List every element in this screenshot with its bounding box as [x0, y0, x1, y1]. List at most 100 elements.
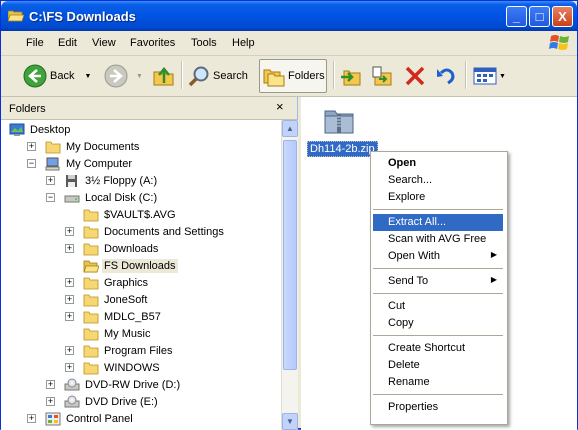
floppy-icon [64, 174, 80, 188]
undo-button[interactable] [435, 60, 457, 92]
back-dropdown-icon[interactable]: ▼ [84, 73, 91, 80]
context-menu-item[interactable]: Cut [373, 298, 503, 315]
expand-plus-icon[interactable]: + [65, 278, 74, 287]
folders-pane-close-icon[interactable]: × [276, 99, 284, 114]
expand-plus-icon[interactable]: + [65, 346, 74, 355]
expand-plus-icon[interactable]: + [65, 244, 74, 253]
tree-item-label[interactable]: MDLC_B57 [102, 310, 163, 324]
context-menu-item[interactable]: Open With ▶ [373, 248, 503, 265]
tree-item[interactable]: + Downloads [65, 240, 160, 257]
up-folder-button[interactable] [153, 60, 175, 92]
menu-edit[interactable]: Edit [58, 37, 77, 49]
expand-plus-icon[interactable]: + [27, 414, 36, 423]
scroll-up-arrow-icon[interactable]: ▲ [282, 120, 298, 137]
context-menu-item[interactable]: Search... [373, 172, 503, 189]
expand-plus-icon[interactable]: + [46, 397, 55, 406]
expand-plus-icon[interactable]: + [46, 380, 55, 389]
context-menu-item[interactable]: Explore [373, 189, 503, 206]
minimize-button[interactable]: _ [506, 6, 527, 27]
tree-item[interactable]: + Documents and Settings [65, 223, 226, 240]
menu-favorites[interactable]: Favorites [130, 37, 175, 49]
tree-item[interactable]: $VAULT$.AVG [65, 206, 178, 223]
collapse-minus-icon[interactable]: − [27, 159, 36, 168]
close-button[interactable]: X [552, 6, 573, 27]
tree-item-label[interactable]: Local Disk (C:) [83, 191, 159, 205]
tree-item[interactable]: Desktop [9, 121, 72, 138]
dvd-icon [64, 378, 80, 392]
zip-folder-icon[interactable] [323, 104, 355, 136]
folder-tree-scrollbar[interactable]: ▲ ▼ [281, 120, 298, 430]
tree-item[interactable]: +3½ Floppy (A:) [46, 172, 159, 189]
menu-tools[interactable]: Tools [191, 37, 217, 49]
tree-item-label[interactable]: My Music [102, 327, 152, 341]
tree-item-label[interactable]: My Documents [64, 140, 141, 154]
back-button[interactable]: Back ▼ [23, 60, 91, 92]
tree-item-label[interactable]: Desktop [28, 123, 72, 137]
tree-item-label[interactable]: Control Panel [64, 412, 135, 426]
tree-item[interactable]: − Local Disk (C:) [46, 189, 159, 206]
tree-item-label[interactable]: Program Files [102, 344, 174, 358]
context-menu-item[interactable]: Open [373, 155, 503, 172]
tree-item-label[interactable]: My Computer [64, 157, 134, 171]
folder-icon [83, 361, 99, 375]
tree-item-label[interactable]: DVD Drive (E:) [83, 395, 160, 409]
tree-item-label[interactable]: WINDOWS [102, 361, 162, 375]
tree-item[interactable]: FS Downloads [65, 257, 178, 274]
tree-item-label[interactable]: Documents and Settings [102, 225, 226, 239]
scroll-thumb[interactable] [283, 140, 297, 370]
forward-dropdown-icon[interactable]: ▼ [136, 73, 143, 80]
tree-item[interactable]: My Music [65, 325, 152, 342]
forward-button[interactable]: ▼ [104, 60, 143, 92]
tree-item-label[interactable]: JoneSoft [102, 293, 149, 307]
expand-plus-icon[interactable]: + [65, 363, 74, 372]
tree-item[interactable]: + My Documents [27, 138, 141, 155]
tree-item-label[interactable]: Downloads [102, 242, 160, 256]
views-button[interactable]: ▼ [473, 60, 506, 92]
menu-help[interactable]: Help [232, 37, 255, 49]
copy-to-button[interactable] [371, 60, 393, 92]
tree-item[interactable]: + JoneSoft [65, 291, 149, 308]
expand-plus-icon[interactable]: + [65, 312, 74, 321]
delete-button[interactable] [404, 60, 426, 92]
context-menu-item[interactable]: Delete [373, 357, 503, 374]
context-menu-item[interactable]: Extract All... [373, 214, 503, 231]
tree-item-label[interactable]: DVD-RW Drive (D:) [83, 378, 182, 392]
tree-item-label[interactable]: 3½ Floppy (A:) [83, 174, 159, 188]
context-menu-item[interactable]: Create Shortcut [373, 340, 503, 357]
move-to-button[interactable] [340, 60, 362, 92]
context-menu-item[interactable]: Copy [373, 315, 503, 332]
context-menu-item[interactable]: Properties [373, 399, 503, 416]
file-name-label[interactable]: Dh114-2b.zip [307, 141, 378, 157]
tree-item-label[interactable]: Graphics [102, 276, 150, 290]
dvd-icon [64, 395, 80, 409]
scroll-down-arrow-icon[interactable]: ▼ [282, 413, 298, 430]
tree-item[interactable]: + MDLC_B57 [65, 308, 163, 325]
menu-view[interactable]: View [92, 37, 116, 49]
expand-plus-icon[interactable]: + [65, 227, 74, 236]
toolbar: Back ▼ ▼ Search Folders ▼ [1, 56, 577, 97]
tree-item[interactable]: + Graphics [65, 274, 150, 291]
menu-file[interactable]: File [26, 37, 44, 49]
folders-button[interactable]: Folders [259, 59, 327, 93]
context-menu-item[interactable]: Scan with AVG Free [373, 231, 503, 248]
tree-item[interactable]: + DVD-RW Drive (D:) [46, 376, 182, 393]
expand-plus-icon[interactable]: + [46, 176, 55, 185]
title-bar[interactable]: C:\FS Downloads _ □ X [1, 1, 577, 31]
context-menu-item[interactable]: Rename [373, 374, 503, 391]
folder-icon [83, 310, 99, 324]
tree-item[interactable]: − My Computer [27, 155, 134, 172]
tree-item-label[interactable]: $VAULT$.AVG [102, 208, 178, 222]
views-dropdown-icon[interactable]: ▼ [499, 73, 506, 80]
expand-plus-icon[interactable]: + [65, 295, 74, 304]
expand-plus-icon[interactable]: + [27, 142, 36, 151]
tree-item-label[interactable]: FS Downloads [102, 258, 178, 273]
context-menu-item-label: Send To [388, 275, 429, 287]
tree-item[interactable]: + WINDOWS [65, 359, 162, 376]
maximize-button[interactable]: □ [529, 6, 550, 27]
tree-item[interactable]: + Program Files [65, 342, 174, 359]
context-menu-item[interactable]: Send To ▶ [373, 273, 503, 290]
tree-item[interactable]: + DVD Drive (E:) [46, 393, 160, 410]
collapse-minus-icon[interactable]: − [46, 193, 55, 202]
search-button[interactable]: Search [188, 60, 248, 92]
tree-item[interactable]: + Control Panel [27, 410, 135, 427]
